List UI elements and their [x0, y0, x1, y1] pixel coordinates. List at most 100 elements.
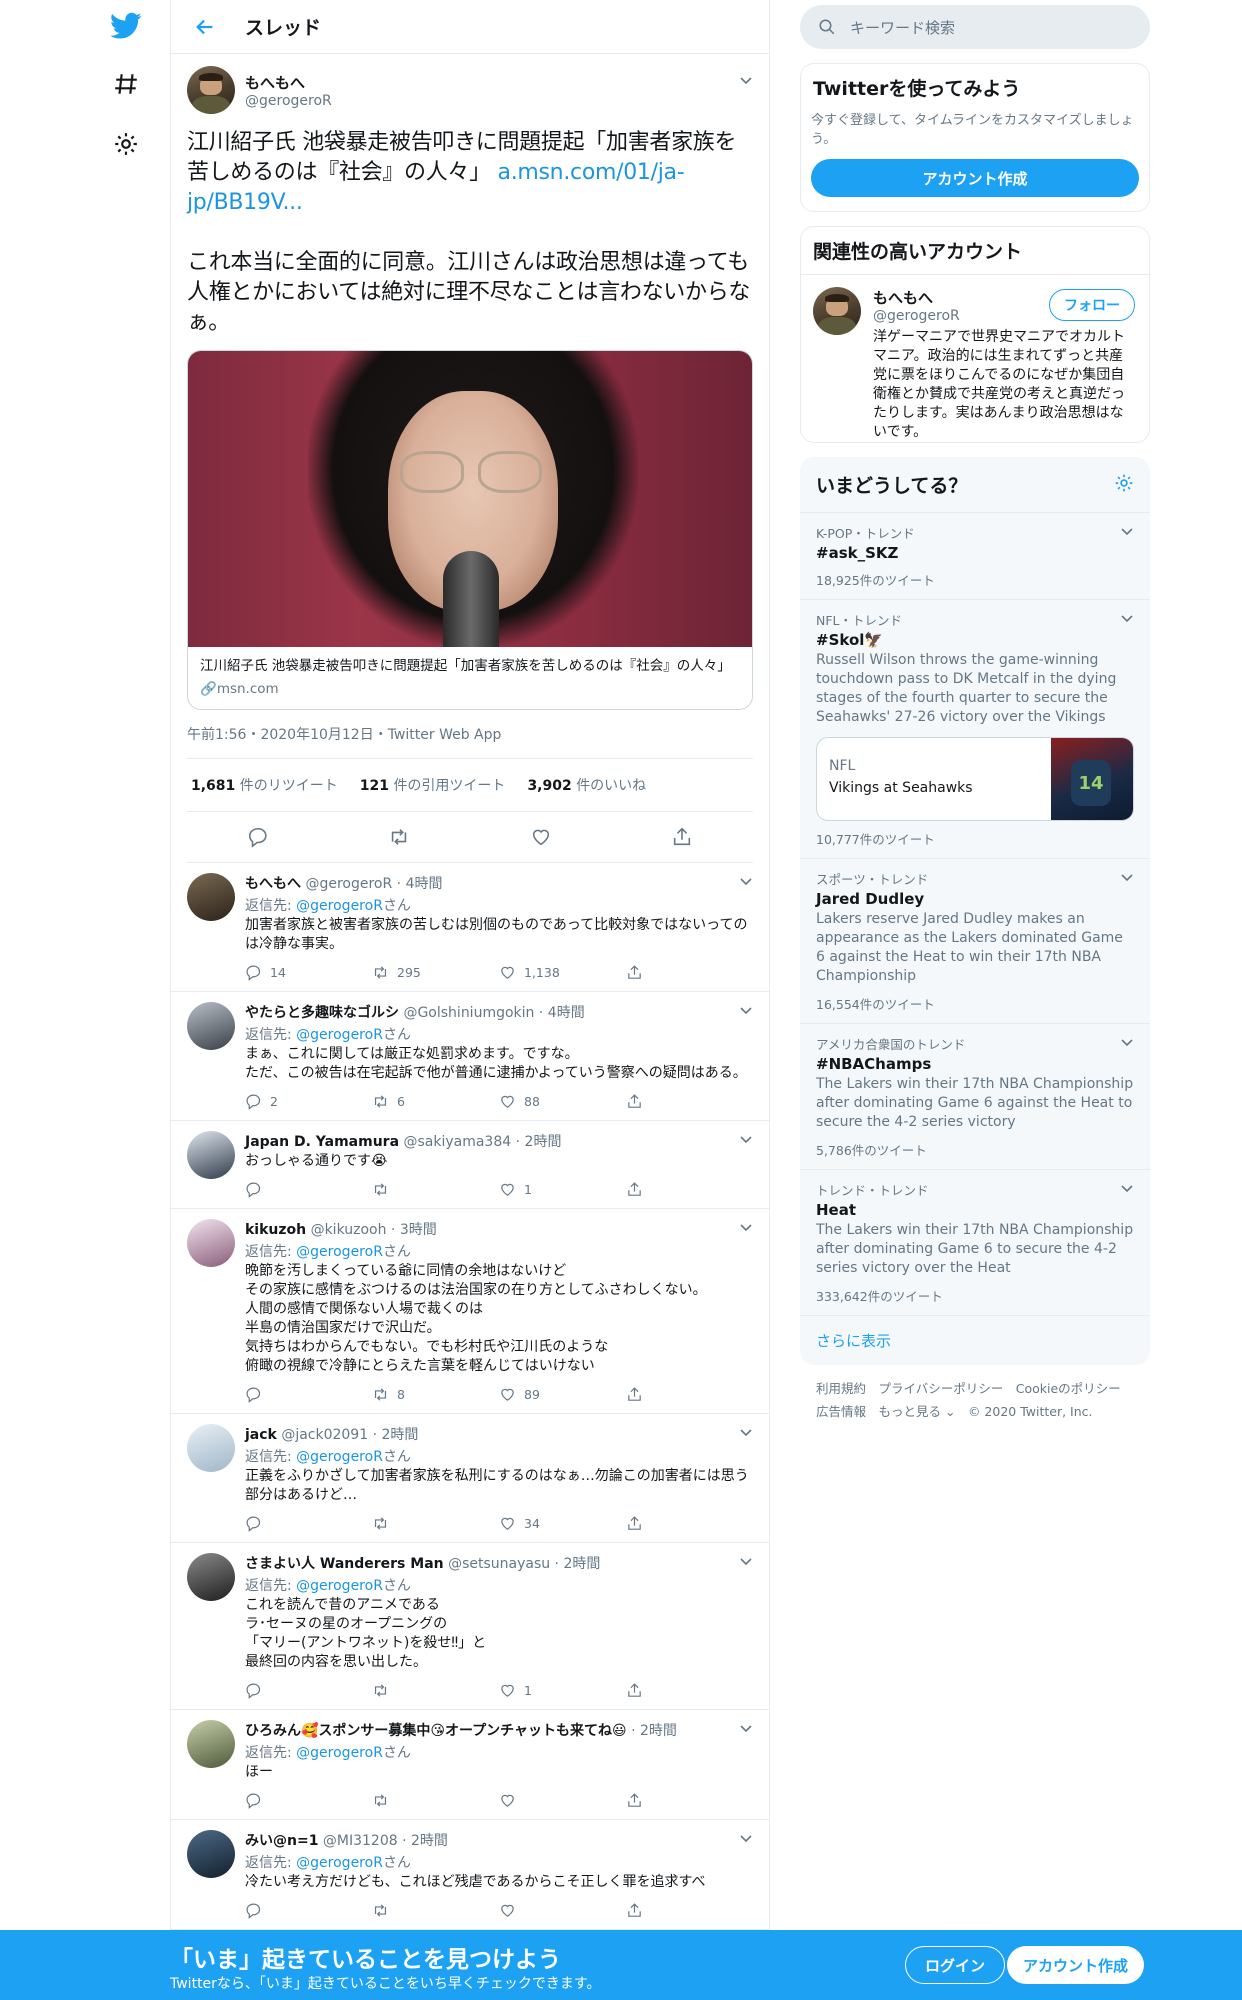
reply-author-name[interactable]: ひろみん🥰スポンサー募集中😘オープンチャットも来てね😃: [245, 1723, 627, 1739]
retweet-icon[interactable]: [372, 1386, 389, 1403]
settings-gear-icon[interactable]: [1114, 473, 1134, 493]
like-icon[interactable]: [499, 1682, 516, 1699]
reply-icon[interactable]: [245, 1386, 262, 1403]
avatar[interactable]: [187, 1219, 235, 1267]
reply-time[interactable]: 2時間: [525, 1134, 562, 1150]
avatar[interactable]: [187, 1830, 235, 1878]
event-card[interactable]: NFL Vikings at Seahawks 14: [816, 737, 1134, 821]
trend-item[interactable]: アメリカ合衆国のトレンド #NBAChamps The Lakers win the…: [800, 1023, 1150, 1169]
like-icon[interactable]: [499, 1792, 516, 1809]
share-icon[interactable]: [671, 826, 693, 848]
reply-time[interactable]: 2時間: [640, 1723, 677, 1739]
reply-to-handle[interactable]: @gerogeroR: [296, 1027, 383, 1043]
chevron-down-icon[interactable]: [739, 1426, 753, 1440]
chevron-down-icon[interactable]: [739, 1133, 753, 1147]
settings-gear-icon[interactable]: [106, 124, 146, 164]
share-icon[interactable]: [626, 964, 643, 981]
reply-tweet[interactable]: ひろみん🥰スポンサー募集中😘オープンチャットも来てね😃 · 2時間 返信先: @g…: [171, 1710, 769, 1820]
reply-time[interactable]: 4時間: [406, 876, 443, 892]
trend-item[interactable]: NFL・トレンド #Skol🦅 Russell Wilson throws the …: [800, 599, 1150, 858]
reply-icon[interactable]: [245, 1515, 262, 1532]
reply-author-handle[interactable]: @kikuzooh: [311, 1222, 387, 1238]
chevron-down-icon[interactable]: [1120, 525, 1134, 539]
reply-author-name[interactable]: jack: [245, 1427, 277, 1443]
reply-tweet[interactable]: Japan D. Yamamura @sakiyama384 · 2時間 おっしゃ…: [171, 1121, 769, 1209]
reply-icon[interactable]: [245, 964, 262, 981]
author-handle[interactable]: @gerogeroR: [245, 93, 332, 109]
avatar[interactable]: [187, 1002, 235, 1050]
chevron-down-icon[interactable]: [1120, 1036, 1134, 1050]
chevron-down-icon[interactable]: [739, 1832, 753, 1846]
share-icon[interactable]: [626, 1386, 643, 1403]
reply-time[interactable]: 2時間: [381, 1427, 418, 1443]
reply-icon[interactable]: [245, 1093, 262, 1110]
reply-icon[interactable]: [245, 1682, 262, 1699]
reply-author-name[interactable]: kikuzoh: [245, 1222, 306, 1238]
trend-item[interactable]: スポーツ・トレンド Jared Dudley Lakers reserve Jare…: [800, 858, 1150, 1023]
avatar[interactable]: [187, 1131, 235, 1179]
reply-time[interactable]: 3時間: [400, 1222, 437, 1238]
reply-to-handle[interactable]: @gerogeroR: [296, 1449, 383, 1465]
link-card[interactable]: 江川紹子氏 池袋暴走被告叩きに問題提起「加害者家族を苦しめるのは『社会』の人々」…: [187, 350, 753, 710]
avatar[interactable]: [187, 66, 235, 114]
show-more-link[interactable]: さらに表示: [800, 1315, 1150, 1365]
reply-author-name[interactable]: さまよい人 Wanderers Man: [245, 1556, 444, 1572]
avatar[interactable]: [187, 1424, 235, 1472]
author-name[interactable]: もへもへ: [245, 72, 332, 93]
reply-tweet[interactable]: jack @jack02091 · 2時間 返信先: @gerogeroRさん 正義…: [171, 1414, 769, 1543]
back-arrow-icon[interactable]: [191, 13, 219, 41]
chevron-down-icon[interactable]: [739, 74, 753, 88]
reply-icon[interactable]: [245, 1181, 262, 1198]
reply-tweet[interactable]: もへもへ @gerogeroR · 4時間 返信先: @gerogeroRさん 加害…: [171, 863, 769, 992]
like-icon[interactable]: [499, 1515, 516, 1532]
retweet-icon[interactable]: [372, 1682, 389, 1699]
retweet-icon[interactable]: [372, 1902, 389, 1919]
explore-hash-icon[interactable]: [106, 64, 146, 104]
footer-line-2[interactable]: 広告情報 もっと見る ⌄ © 2020 Twitter, Inc.: [816, 1400, 1134, 1423]
reply-to-handle[interactable]: @gerogeroR: [296, 1745, 383, 1761]
reply-tweet[interactable]: さまよい人 Wanderers Man @setsunayasu · 2時間 返信…: [171, 1543, 769, 1710]
signup-button[interactable]: アカウント作成: [811, 159, 1139, 197]
like-icon[interactable]: [499, 1386, 516, 1403]
reply-author-name[interactable]: もへもへ: [245, 876, 301, 892]
reply-time[interactable]: 2時間: [411, 1833, 448, 1849]
reply-author-handle[interactable]: @setsunayasu: [448, 1556, 550, 1572]
like-icon[interactable]: [499, 1093, 516, 1110]
retweet-icon[interactable]: [372, 1093, 389, 1110]
quote-count[interactable]: 121 件の引用ツイート: [360, 775, 506, 795]
share-icon[interactable]: [626, 1181, 643, 1198]
retweet-icon[interactable]: [388, 826, 410, 848]
reply-time[interactable]: 4時間: [548, 1005, 585, 1021]
reply-to-handle[interactable]: @gerogeroR: [296, 1578, 383, 1594]
banner-signup-button[interactable]: アカウント作成: [1007, 1946, 1144, 1984]
follow-button[interactable]: フォロー: [1049, 289, 1135, 321]
reply-to-handle[interactable]: @gerogeroR: [296, 1244, 383, 1260]
search-input[interactable]: キーワード検索: [800, 5, 1150, 49]
reply-author-handle[interactable]: @Golshiniumgokin: [403, 1005, 534, 1021]
retweet-icon[interactable]: [372, 1515, 389, 1532]
chevron-down-icon[interactable]: [739, 1221, 753, 1235]
chevron-down-icon[interactable]: [1120, 1182, 1134, 1196]
chevron-down-icon[interactable]: [1120, 871, 1134, 885]
tweet-meta[interactable]: 午前1:56・2020年10月12日・Twitter Web App: [187, 724, 753, 759]
reply-author-handle[interactable]: @sakiyama384: [403, 1134, 511, 1150]
chevron-down-icon[interactable]: [1120, 612, 1134, 626]
chevron-down-icon[interactable]: [739, 1004, 753, 1018]
share-icon[interactable]: [626, 1515, 643, 1532]
like-icon[interactable]: [499, 1181, 516, 1198]
trend-item[interactable]: K-POP・トレンド #ask_SKZ 18,925件のツイート: [800, 512, 1150, 599]
share-icon[interactable]: [626, 1093, 643, 1110]
share-icon[interactable]: [626, 1902, 643, 1919]
chevron-down-icon[interactable]: [739, 875, 753, 889]
like-icon[interactable]: [499, 1902, 516, 1919]
avatar[interactable]: [187, 1720, 235, 1768]
chevron-down-icon[interactable]: [739, 1722, 753, 1736]
reply-author-name[interactable]: みい@n=1: [245, 1833, 318, 1849]
reply-icon[interactable]: [245, 1902, 262, 1919]
reply-tweet[interactable]: みい@n=1 @MI31208 · 2時間 返信先: @gerogeroRさん 冷た…: [171, 1820, 769, 1930]
reply-tweet[interactable]: やたらと多趣味なゴルシ @Golshiniumgokin · 4時間 返信先: @…: [171, 992, 769, 1121]
retweet-icon[interactable]: [372, 1792, 389, 1809]
login-button[interactable]: ログイン: [905, 1946, 1005, 1984]
reply-author-handle[interactable]: @gerogeroR: [305, 876, 392, 892]
reply-author-handle[interactable]: @MI31208: [323, 1833, 398, 1849]
